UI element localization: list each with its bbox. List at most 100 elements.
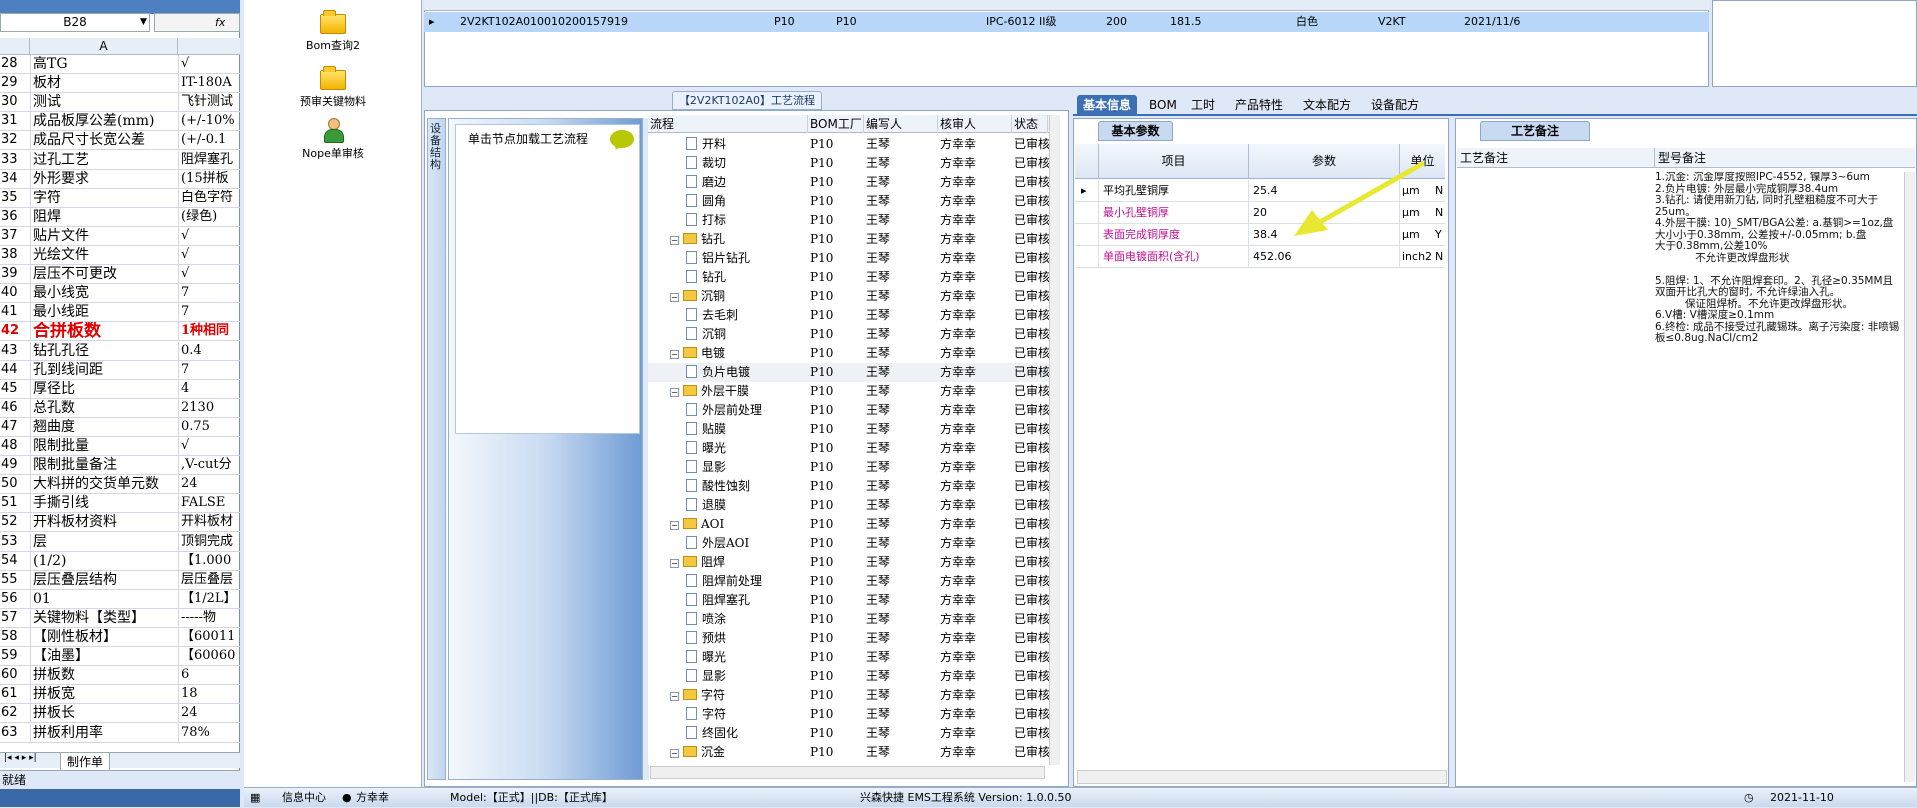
cell-b[interactable]: 7	[178, 303, 240, 322]
tree-row[interactable]: 阻焊塞孔 P10 王琴 方幸幸 已审核	[648, 591, 1060, 610]
param-value[interactable]: 452.06	[1249, 246, 1400, 268]
cell-b[interactable]: 0.75	[178, 417, 240, 436]
col-craft-note[interactable]: 工艺备注	[1457, 148, 1655, 168]
tree-row[interactable]: 负片电镀 P10 王琴 方幸幸 已审核	[648, 363, 1060, 382]
tree-row[interactable]: 钻孔 P10 王琴 方幸幸 已审核	[648, 268, 1060, 287]
tree-row[interactable]: 外层AOI P10 王琴 方幸幸 已审核	[648, 534, 1060, 553]
cell-a[interactable]: 层压叠层结构	[30, 570, 176, 589]
cell-b[interactable]: 24	[178, 475, 240, 494]
cell-a[interactable]: 钻孔孔径	[30, 341, 176, 360]
tab-device-recipe[interactable]: 设备配方	[1365, 95, 1425, 115]
cell-b[interactable]: 18	[178, 685, 240, 704]
tree-row[interactable]: 喷涂 P10 王琴 方幸幸 已审核	[648, 610, 1060, 629]
sheet-row[interactable]: 52 开料板材资料 开料板材	[0, 513, 240, 533]
tree-row[interactable]: 字符 P10 王琴 方幸幸 已审核	[648, 705, 1060, 724]
row-number[interactable]: 47	[0, 418, 28, 436]
sheet-row[interactable]: 29 板材 IT-180A	[0, 74, 240, 94]
row-number[interactable]: 44	[0, 361, 28, 379]
cell-a[interactable]: 最小线距	[30, 303, 176, 322]
note-scrollbar[interactable]	[1904, 172, 1915, 782]
tree-node[interactable]: 阻焊塞孔	[686, 591, 750, 610]
cell-a[interactable]: 过孔工艺	[30, 150, 176, 169]
sheet-row[interactable]: 44 孔到线间距 7	[0, 360, 240, 380]
sheet-row[interactable]: 63 拼板利用率 78%	[0, 723, 240, 743]
row-number[interactable]: 49	[0, 456, 28, 474]
tree-node[interactable]: − AOI	[670, 515, 724, 534]
tree-node[interactable]: 开料	[686, 135, 726, 154]
tree-node[interactable]: − 外层干膜	[670, 382, 749, 401]
prereview-material-tool[interactable]: 预审关键物料	[244, 66, 422, 109]
cell-b[interactable]: IT-180A	[178, 74, 240, 93]
row-number[interactable]: 36	[0, 208, 28, 226]
cell-a[interactable]: 关键物料【类型】	[30, 608, 176, 627]
sheet-row[interactable]: 54 (1/2) 【1.000	[0, 551, 240, 571]
cell-a[interactable]: 开料板材资料	[30, 513, 176, 532]
tree-row[interactable]: 沉铜 P10 王琴 方幸幸 已审核	[648, 325, 1060, 344]
row-number[interactable]: 62	[0, 704, 28, 722]
tree-row[interactable]: − 电镀 P10 王琴 方幸幸 已审核	[648, 344, 1060, 363]
cell-b[interactable]: 7	[178, 360, 240, 379]
tree-node[interactable]: 去毛刺	[686, 306, 738, 325]
row-number[interactable]: 57	[0, 609, 28, 627]
row-number[interactable]: 32	[0, 131, 28, 149]
cell-b[interactable]: (绿色)	[178, 207, 240, 226]
tree-row[interactable]: 磨边 P10 王琴 方幸幸 已审核	[648, 173, 1060, 192]
tree-row[interactable]: 去毛刺 P10 王琴 方幸幸 已审核	[648, 306, 1060, 325]
row-number[interactable]: 58	[0, 628, 28, 646]
tree-node[interactable]: 磨边	[686, 173, 726, 192]
tree-node[interactable]: 外层前处理	[686, 401, 762, 420]
tree-row[interactable]: 显影 P10 王琴 方幸幸 已审核	[648, 458, 1060, 477]
cell-b[interactable]: 飞针测试	[178, 93, 240, 112]
cell-a[interactable]: 手撕引线	[30, 494, 176, 513]
model-note-text[interactable]: 1.沉金: 沉金厚度按照IPC-4552, 镍厚3~6um 2.负片电镀: 外层…	[1655, 172, 1900, 772]
cell-a[interactable]: 外形要求	[30, 169, 176, 188]
tree-row[interactable]: 终固化 P10 王琴 方幸幸 已审核	[648, 724, 1060, 743]
cell-b[interactable]: FALSE	[178, 494, 240, 513]
sheet-row[interactable]: 33 过孔工艺 阻焊塞孔	[0, 150, 240, 170]
sheet-nav-arrows[interactable]: |◂ ◂ ▸ ▸|	[4, 753, 37, 763]
cell-a[interactable]: 孔到线间距	[30, 360, 176, 379]
tree-row[interactable]: 外层前处理 P10 王琴 方幸幸 已审核	[648, 401, 1060, 420]
cell-b[interactable]: (+/-10%	[178, 112, 240, 131]
info-center[interactable]: 信息中心	[282, 788, 326, 808]
cell-b[interactable]: √	[178, 226, 240, 245]
row-number[interactable]: 53	[0, 533, 28, 551]
column-b-header[interactable]	[178, 38, 240, 55]
tree-node[interactable]: − 电镀	[670, 344, 725, 363]
col-reviewer[interactable]: 核审人	[938, 115, 1012, 133]
column-a-header[interactable]: A	[30, 38, 178, 55]
sheet-row[interactable]: 39 层压不可更改 √	[0, 265, 240, 285]
cell-a[interactable]: 层压不可更改	[30, 265, 176, 284]
row-number[interactable]: 52	[0, 513, 28, 531]
tree-node[interactable]: 终固化	[686, 724, 738, 743]
tree-row[interactable]: − 阻焊 P10 王琴 方幸幸 已审核	[648, 553, 1060, 572]
cell-b[interactable]: 4	[178, 379, 240, 398]
tree-node[interactable]: 负片电镀	[686, 363, 750, 382]
col-writer[interactable]: 编写人	[864, 115, 938, 133]
tree-row[interactable]: 曝光 P10 王琴 方幸幸 已审核	[648, 648, 1060, 667]
cell-b[interactable]: ,V-cut分	[178, 456, 240, 475]
sheet-row[interactable]: 58 【刚性板材】 【60011	[0, 628, 240, 647]
cell-b[interactable]: 0.4	[178, 341, 240, 360]
tree-node[interactable]: 沉铜	[686, 325, 726, 344]
row-number[interactable]: 33	[0, 151, 28, 169]
tree-row[interactable]: 显影 P10 王琴 方幸幸 已审核	[648, 667, 1060, 686]
params-hscrollbar[interactable]	[1077, 770, 1447, 784]
cell-b[interactable]: 【1.000	[178, 551, 240, 570]
sheet-row[interactable]: 38 光绘文件 √	[0, 246, 240, 265]
tree-row[interactable]: − AOI P10 王琴 方幸幸 已审核	[648, 515, 1060, 534]
craft-notes-tab[interactable]: 工艺备注	[1480, 121, 1590, 141]
cell-b[interactable]: √	[178, 246, 240, 264]
formula-bar[interactable]: fx	[154, 13, 240, 32]
cell-a[interactable]: 合拼板数	[30, 322, 176, 341]
cell-a[interactable]: 拼板数	[30, 666, 176, 685]
tree-row[interactable]: 圆角 P10 王琴 方幸幸 已审核	[648, 192, 1060, 211]
col-item[interactable]: 项目	[1099, 144, 1249, 179]
row-number[interactable]: 40	[0, 284, 28, 302]
cell-a[interactable]: 测试	[30, 93, 176, 112]
col-factory[interactable]: BOM工厂	[808, 115, 864, 133]
tree-row[interactable]: 裁切 P10 王琴 方幸幸 已审核	[648, 154, 1060, 173]
cell-a[interactable]: 【刚性板材】	[30, 628, 176, 646]
sheet-row[interactable]: 62 拼板长 24	[0, 704, 240, 724]
cell-a[interactable]: 翘曲度	[30, 417, 176, 436]
